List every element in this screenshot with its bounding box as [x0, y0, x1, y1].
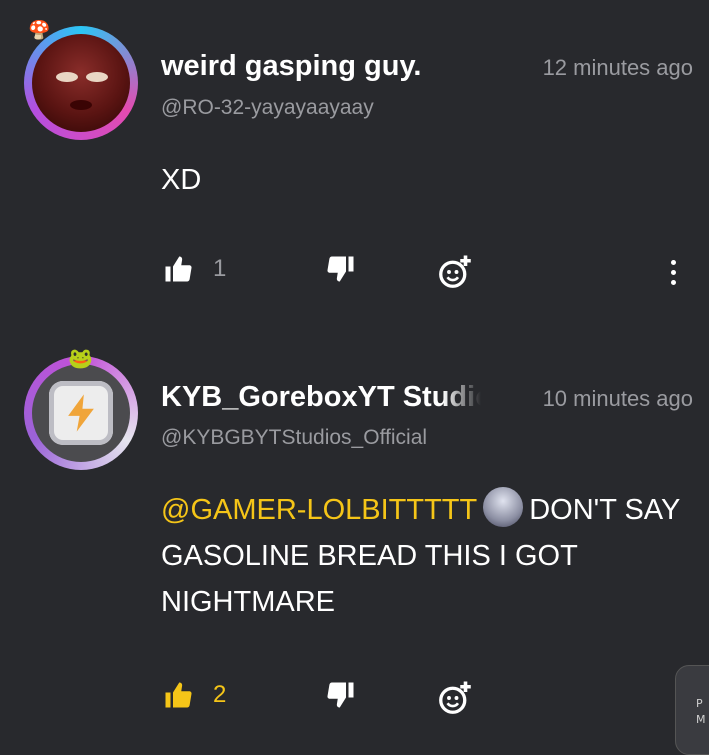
mention-link[interactable]: @GAMER-LOLBITTTTT	[161, 494, 477, 526]
dislike-button[interactable]	[326, 254, 356, 284]
thumbs-up-icon	[165, 682, 192, 708]
author-handle[interactable]: @RO-32-yayayaayaay	[161, 96, 374, 120]
comment-header: KYB_GoreboxYT Studios 10 minutes ago	[161, 381, 693, 414]
timestamp: 12 minutes ago	[542, 55, 693, 80]
avatar[interactable]: 🐸	[24, 346, 138, 470]
add-reaction-button[interactable]	[437, 254, 473, 290]
add-reaction-icon	[439, 681, 471, 714]
author-handle[interactable]: @KYBGBYTStudios_Official	[161, 426, 427, 450]
avatar-image	[32, 364, 130, 462]
thumbs-down-icon	[327, 682, 354, 708]
like-count: 1	[213, 255, 227, 282]
mention-avatar	[483, 487, 524, 527]
comment-text: XD	[161, 164, 202, 196]
like-button[interactable]: 2	[163, 680, 226, 710]
comment-actions: 1	[161, 254, 691, 294]
thumbs-up-icon	[165, 256, 192, 282]
add-reaction-icon	[439, 255, 471, 288]
floating-card[interactable]: P M	[675, 665, 709, 755]
lightning-bolt-icon	[68, 394, 94, 432]
comment-actions: 2	[161, 680, 691, 720]
dislike-button[interactable]	[326, 680, 356, 710]
comment-text: @GAMER-LOLBITTTTT DON'T SAY GASOLINE BREA…	[161, 487, 701, 625]
avatar[interactable]: 🍄	[24, 20, 138, 140]
frog-icon: 🐸	[68, 346, 93, 370]
like-button[interactable]: 1	[163, 254, 226, 284]
mushroom-icon: 🍄	[28, 20, 51, 41]
thumbs-down-icon	[327, 256, 354, 282]
avatar-image	[32, 34, 130, 132]
comment-header: weird gasping guy. 12 minutes ago	[161, 50, 693, 83]
more-options-button[interactable]	[665, 252, 681, 292]
timestamp: 10 minutes ago	[542, 386, 693, 411]
add-reaction-button[interactable]	[437, 680, 473, 716]
author-name[interactable]: weird gasping guy.	[161, 50, 422, 83]
author-name[interactable]: KYB_GoreboxYT Studios	[161, 381, 481, 414]
like-count: 2	[213, 681, 227, 708]
